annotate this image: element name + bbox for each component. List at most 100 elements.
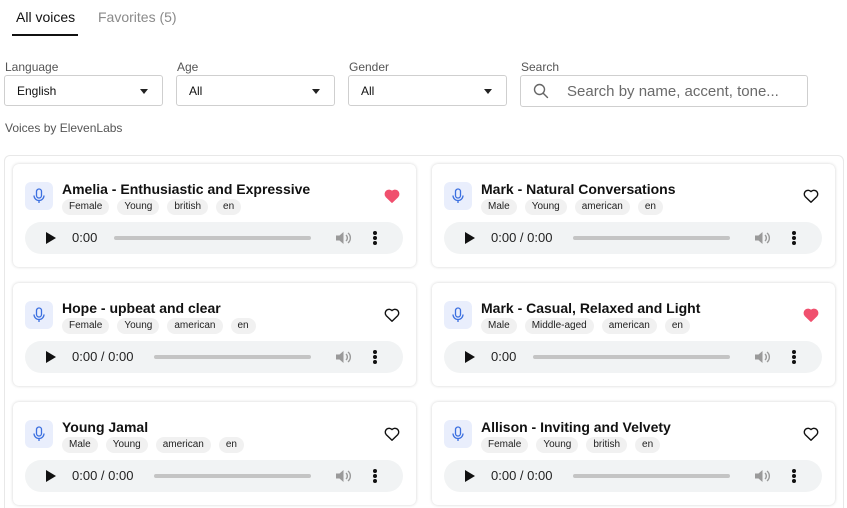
voice-name: Hope - upbeat and clear	[62, 300, 221, 316]
audio-progress-track[interactable]	[533, 355, 730, 359]
heart-icon[interactable]	[384, 307, 400, 323]
tab-all-voices[interactable]: All voices	[16, 9, 75, 25]
microphone-icon[interactable]	[444, 301, 472, 329]
voice-tabs: All voices Favorites (5)	[0, 0, 847, 40]
heart-icon[interactable]	[384, 426, 400, 442]
voice-card: Allison - Inviting and Velvety Female You…	[432, 402, 835, 505]
voice-tags: Male Young american en	[62, 437, 244, 453]
voice-tag: Male	[481, 199, 517, 215]
voice-card: Amelia - Enthusiastic and Expressive Fem…	[13, 164, 416, 267]
audio-progress-track[interactable]	[154, 355, 311, 359]
more-vertical-icon[interactable]	[791, 468, 797, 484]
audio-time: 0:00 / 0:00	[491, 230, 553, 245]
audio-progress-track[interactable]	[114, 236, 311, 240]
heart-icon[interactable]	[384, 188, 400, 204]
voice-tag: en	[216, 199, 242, 215]
gender-label: Gender	[349, 60, 390, 74]
more-vertical-icon[interactable]	[372, 230, 378, 246]
voice-tags: Female Young british en	[481, 437, 661, 453]
gender-select[interactable]: All	[348, 75, 507, 106]
voice-tag: Female	[62, 318, 110, 334]
chevron-down-icon	[140, 89, 148, 94]
voice-tag: en	[230, 318, 256, 334]
language-value: English	[17, 84, 57, 98]
voice-name: Allison - Inviting and Velvety	[481, 419, 671, 435]
language-select[interactable]: English	[4, 75, 163, 106]
voice-tag: Young	[117, 318, 160, 334]
voice-tag: american	[574, 199, 630, 215]
more-vertical-icon[interactable]	[791, 349, 797, 365]
audio-player: 0:00 / 0:00	[444, 222, 822, 254]
voice-name: Mark - Casual, Relaxed and Light	[481, 300, 701, 316]
audio-time: 0:00	[72, 230, 98, 245]
voice-card: Young Jamal Male Young american en 0:00 / 0…	[13, 402, 416, 505]
voice-name: Young Jamal	[62, 419, 149, 435]
gender-value: All	[361, 84, 375, 98]
audio-progress-track[interactable]	[154, 474, 311, 478]
more-vertical-icon[interactable]	[372, 468, 378, 484]
active-tab-indicator	[12, 34, 78, 36]
microphone-icon[interactable]	[25, 182, 53, 210]
play-icon[interactable]	[46, 351, 56, 363]
search-box	[520, 75, 808, 107]
audio-time: 0:00 / 0:00	[72, 349, 134, 364]
heart-icon[interactable]	[803, 307, 819, 323]
voice-tag: american	[167, 318, 223, 334]
audio-progress-track[interactable]	[573, 236, 730, 240]
volume-icon[interactable]	[335, 349, 352, 365]
microphone-icon[interactable]	[444, 182, 472, 210]
more-vertical-icon[interactable]	[791, 230, 797, 246]
voice-tag: Middle-aged	[524, 318, 594, 334]
audio-player: 0:00	[25, 222, 403, 254]
age-label: Age	[177, 60, 199, 74]
play-icon[interactable]	[46, 470, 56, 482]
play-icon[interactable]	[46, 232, 56, 244]
voice-name: Amelia - Enthusiastic and Expressive	[62, 181, 311, 197]
heart-icon[interactable]	[803, 188, 819, 204]
voice-tag: Male	[481, 318, 517, 334]
voice-tag: british	[586, 437, 628, 453]
voice-tags: Male Middle-aged american en	[481, 318, 690, 334]
voice-tags: Female Young british en	[62, 199, 242, 215]
play-icon[interactable]	[465, 232, 475, 244]
voice-tag: Female	[481, 437, 529, 453]
audio-player: 0:00 / 0:00	[25, 341, 403, 373]
more-vertical-icon[interactable]	[372, 349, 378, 365]
voice-tag: Young	[524, 199, 567, 215]
audio-time: 0:00 / 0:00	[72, 468, 134, 483]
voice-card: Mark - Natural Conversations Male Young am…	[432, 164, 835, 267]
voice-tags: Male Young american en	[481, 199, 663, 215]
audio-player: 0:00	[444, 341, 822, 373]
voice-tag: en	[218, 437, 244, 453]
voice-tag: en	[637, 199, 663, 215]
voice-tag: en	[635, 437, 661, 453]
audio-player: 0:00 / 0:00	[444, 460, 822, 492]
microphone-icon[interactable]	[25, 301, 53, 329]
play-icon[interactable]	[465, 351, 475, 363]
voice-tag: british	[167, 199, 209, 215]
search-input[interactable]	[567, 81, 799, 101]
search-icon	[533, 83, 549, 99]
voice-tags: Female Young american en	[62, 318, 256, 334]
heart-icon[interactable]	[803, 426, 819, 442]
play-icon[interactable]	[465, 470, 475, 482]
chevron-down-icon	[484, 89, 492, 94]
volume-icon[interactable]	[754, 230, 771, 246]
language-label: Language	[5, 60, 59, 74]
volume-icon[interactable]	[754, 349, 771, 365]
microphone-icon[interactable]	[444, 420, 472, 448]
audio-time: 0:00 / 0:00	[491, 468, 553, 483]
age-select[interactable]: All	[176, 75, 335, 106]
volume-icon[interactable]	[754, 468, 771, 484]
chevron-down-icon	[312, 89, 320, 94]
tab-favorites[interactable]: Favorites (5)	[98, 9, 177, 25]
volume-icon[interactable]	[335, 230, 352, 246]
search-label: Search	[521, 60, 560, 74]
audio-progress-track[interactable]	[573, 474, 730, 478]
audio-time: 0:00	[491, 349, 517, 364]
voice-tag: american	[155, 437, 211, 453]
microphone-icon[interactable]	[25, 420, 53, 448]
voice-card: Hope - upbeat and clear Female Young ameri…	[13, 283, 416, 386]
audio-player: 0:00 / 0:00	[25, 460, 403, 492]
volume-icon[interactable]	[335, 468, 352, 484]
